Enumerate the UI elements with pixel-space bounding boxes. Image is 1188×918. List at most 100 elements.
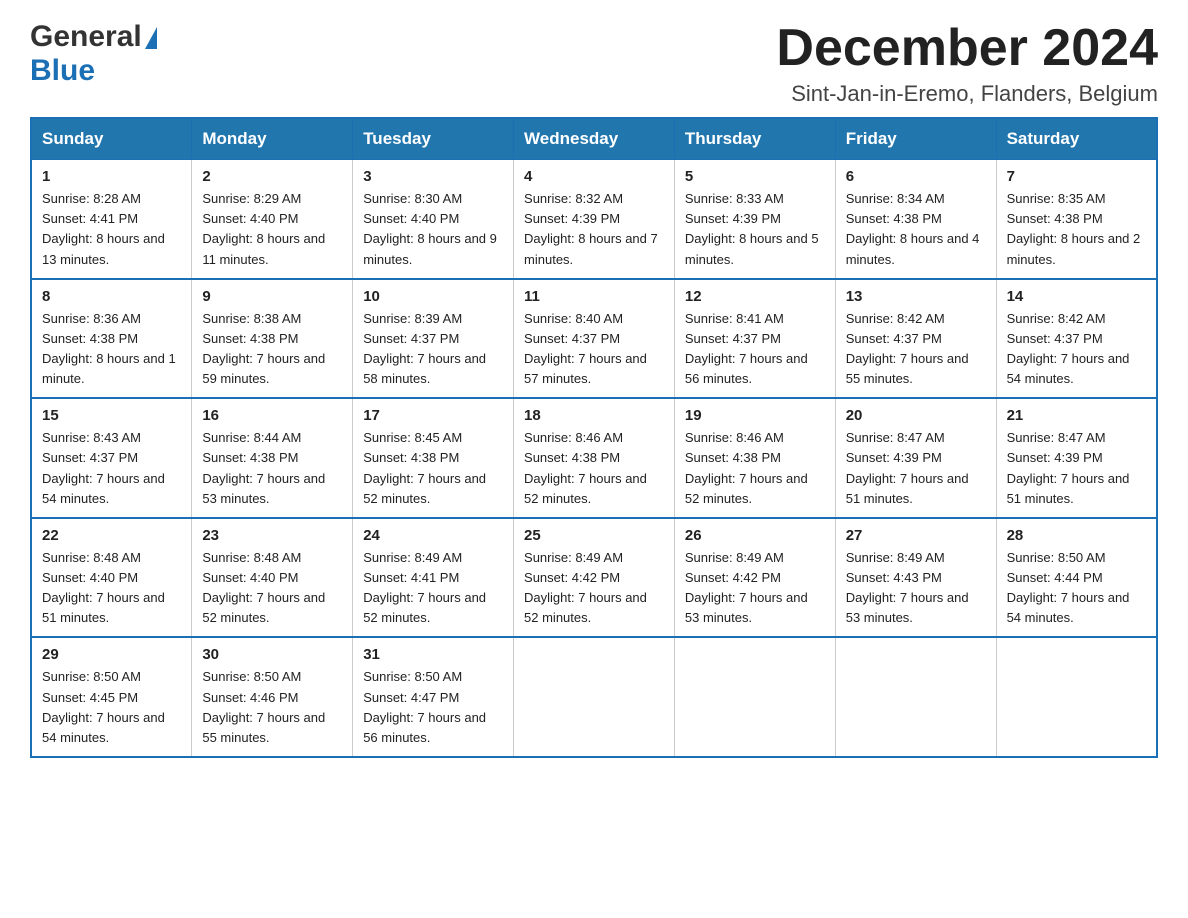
day-cell-2: 2Sunrise: 8:29 AMSunset: 4:40 PMDaylight… bbox=[192, 160, 353, 279]
day-cell-8: 8 Sunrise: 8:36 AMSunset: 4:38 PMDaylight… bbox=[31, 279, 192, 399]
logo: General Blue bbox=[30, 20, 157, 88]
day-number: 5 bbox=[685, 168, 825, 185]
day-number: 3 bbox=[363, 168, 503, 185]
day-info: Sunrise: 8:43 AMSunset: 4:37 PMDaylight:… bbox=[42, 428, 181, 509]
day-cell-16: 16 Sunrise: 8:44 AMSunset: 4:38 PMDayligh… bbox=[192, 398, 353, 518]
day-cell-23: 23Sunrise: 8:48 AMSunset: 4:40 PMDayligh… bbox=[192, 518, 353, 638]
calendar-title: December 2024 bbox=[776, 20, 1158, 77]
day-number: 20 bbox=[846, 407, 986, 424]
day-number: 30 bbox=[202, 646, 342, 663]
day-number: 29 bbox=[42, 646, 181, 663]
logo-general-text: General bbox=[30, 20, 142, 54]
day-header-wednesday: Wednesday bbox=[514, 118, 675, 160]
day-number: 10 bbox=[363, 288, 503, 305]
empty-cell bbox=[674, 637, 835, 757]
day-header-tuesday: Tuesday bbox=[353, 118, 514, 160]
day-cell-27: 27Sunrise: 8:49 AMSunset: 4:43 PMDayligh… bbox=[835, 518, 996, 638]
day-info: Sunrise: 8:42 AMSunset: 4:37 PMDaylight:… bbox=[1007, 309, 1146, 390]
day-info: Sunrise: 8:32 AMSunset: 4:39 PMDaylight:… bbox=[524, 189, 664, 270]
day-cell-6: 6 Sunrise: 8:34 AMSunset: 4:38 PMDaylight… bbox=[835, 160, 996, 279]
calendar-subtitle: Sint-Jan-in-Eremo, Flanders, Belgium bbox=[776, 81, 1158, 107]
day-number: 14 bbox=[1007, 288, 1146, 305]
day-number: 24 bbox=[363, 527, 503, 544]
day-info: Sunrise: 8:30 AMSunset: 4:40 PMDaylight:… bbox=[363, 189, 503, 270]
day-number: 16 bbox=[202, 407, 342, 424]
day-number: 11 bbox=[524, 288, 664, 305]
day-number: 25 bbox=[524, 527, 664, 544]
day-info: Sunrise: 8:50 AMSunset: 4:45 PMDaylight:… bbox=[42, 667, 181, 748]
day-cell-29: 29 Sunrise: 8:50 AMSunset: 4:45 PMDayligh… bbox=[31, 637, 192, 757]
day-number: 7 bbox=[1007, 168, 1146, 185]
day-header-sunday: Sunday bbox=[31, 118, 192, 160]
day-info: Sunrise: 8:38 AMSunset: 4:38 PMDaylight:… bbox=[202, 309, 342, 390]
day-info: Sunrise: 8:48 AMSunset: 4:40 PMDaylight:… bbox=[202, 548, 342, 629]
day-cell-18: 18 Sunrise: 8:46 AMSunset: 4:38 PMDayligh… bbox=[514, 398, 675, 518]
day-info: Sunrise: 8:49 AMSunset: 4:42 PMDaylight:… bbox=[685, 548, 825, 629]
week-row-3: 15 Sunrise: 8:43 AMSunset: 4:37 PMDayligh… bbox=[31, 398, 1157, 518]
day-number: 8 bbox=[42, 288, 181, 305]
day-number: 27 bbox=[846, 527, 986, 544]
day-number: 4 bbox=[524, 168, 664, 185]
day-cell-28: 28 Sunrise: 8:50 AMSunset: 4:44 PMDayligh… bbox=[996, 518, 1157, 638]
day-info: Sunrise: 8:46 AMSunset: 4:38 PMDaylight:… bbox=[524, 428, 664, 509]
day-cell-31: 31Sunrise: 8:50 AMSunset: 4:47 PMDayligh… bbox=[353, 637, 514, 757]
day-cell-17: 17 Sunrise: 8:45 AMSunset: 4:38 PMDayligh… bbox=[353, 398, 514, 518]
day-cell-14: 14 Sunrise: 8:42 AMSunset: 4:37 PMDayligh… bbox=[996, 279, 1157, 399]
day-header-saturday: Saturday bbox=[996, 118, 1157, 160]
week-row-2: 8 Sunrise: 8:36 AMSunset: 4:38 PMDaylight… bbox=[31, 279, 1157, 399]
day-number: 9 bbox=[202, 288, 342, 305]
day-info: Sunrise: 8:35 AMSunset: 4:38 PMDaylight:… bbox=[1007, 189, 1146, 270]
week-row-1: 1Sunrise: 8:28 AMSunset: 4:41 PMDaylight… bbox=[31, 160, 1157, 279]
day-info: Sunrise: 8:36 AMSunset: 4:38 PMDaylight:… bbox=[42, 309, 181, 390]
day-number: 26 bbox=[685, 527, 825, 544]
week-row-5: 29 Sunrise: 8:50 AMSunset: 4:45 PMDayligh… bbox=[31, 637, 1157, 757]
day-number: 19 bbox=[685, 407, 825, 424]
day-number: 18 bbox=[524, 407, 664, 424]
day-cell-22: 22 Sunrise: 8:48 AMSunset: 4:40 PMDayligh… bbox=[31, 518, 192, 638]
day-number: 21 bbox=[1007, 407, 1146, 424]
logo-blue-text: Blue bbox=[30, 54, 95, 87]
day-number: 22 bbox=[42, 527, 181, 544]
title-block: December 2024 Sint-Jan-in-Eremo, Flander… bbox=[776, 20, 1158, 107]
day-info: Sunrise: 8:45 AMSunset: 4:38 PMDaylight:… bbox=[363, 428, 503, 509]
day-info: Sunrise: 8:47 AMSunset: 4:39 PMDaylight:… bbox=[846, 428, 986, 509]
logo-arrow-icon bbox=[145, 27, 157, 49]
day-cell-24: 24Sunrise: 8:49 AMSunset: 4:41 PMDayligh… bbox=[353, 518, 514, 638]
calendar-table: SundayMondayTuesdayWednesdayThursdayFrid… bbox=[30, 117, 1158, 758]
day-cell-26: 26 Sunrise: 8:49 AMSunset: 4:42 PMDayligh… bbox=[674, 518, 835, 638]
day-header-friday: Friday bbox=[835, 118, 996, 160]
day-info: Sunrise: 8:34 AMSunset: 4:38 PMDaylight:… bbox=[846, 189, 986, 270]
day-number: 2 bbox=[202, 168, 342, 185]
day-number: 28 bbox=[1007, 527, 1146, 544]
day-info: Sunrise: 8:50 AMSunset: 4:46 PMDaylight:… bbox=[202, 667, 342, 748]
day-cell-15: 15 Sunrise: 8:43 AMSunset: 4:37 PMDayligh… bbox=[31, 398, 192, 518]
week-row-4: 22 Sunrise: 8:48 AMSunset: 4:40 PMDayligh… bbox=[31, 518, 1157, 638]
day-cell-11: 11 Sunrise: 8:40 AMSunset: 4:37 PMDayligh… bbox=[514, 279, 675, 399]
day-info: Sunrise: 8:47 AMSunset: 4:39 PMDaylight:… bbox=[1007, 428, 1146, 509]
day-number: 6 bbox=[846, 168, 986, 185]
day-cell-20: 20 Sunrise: 8:47 AMSunset: 4:39 PMDayligh… bbox=[835, 398, 996, 518]
day-cell-7: 7 Sunrise: 8:35 AMSunset: 4:38 PMDaylight… bbox=[996, 160, 1157, 279]
day-number: 31 bbox=[363, 646, 503, 663]
day-number: 13 bbox=[846, 288, 986, 305]
day-info: Sunrise: 8:44 AMSunset: 4:38 PMDaylight:… bbox=[202, 428, 342, 509]
day-cell-12: 12Sunrise: 8:41 AMSunset: 4:37 PMDayligh… bbox=[674, 279, 835, 399]
day-number: 15 bbox=[42, 407, 181, 424]
day-cell-3: 3 Sunrise: 8:30 AMSunset: 4:40 PMDaylight… bbox=[353, 160, 514, 279]
day-cell-30: 30 Sunrise: 8:50 AMSunset: 4:46 PMDayligh… bbox=[192, 637, 353, 757]
day-header-monday: Monday bbox=[192, 118, 353, 160]
day-cell-10: 10 Sunrise: 8:39 AMSunset: 4:37 PMDayligh… bbox=[353, 279, 514, 399]
empty-cell bbox=[996, 637, 1157, 757]
day-info: Sunrise: 8:41 AMSunset: 4:37 PMDaylight:… bbox=[685, 309, 825, 390]
day-info: Sunrise: 8:48 AMSunset: 4:40 PMDaylight:… bbox=[42, 548, 181, 629]
day-cell-13: 13 Sunrise: 8:42 AMSunset: 4:37 PMDayligh… bbox=[835, 279, 996, 399]
day-info: Sunrise: 8:50 AMSunset: 4:44 PMDaylight:… bbox=[1007, 548, 1146, 629]
days-header-row: SundayMondayTuesdayWednesdayThursdayFrid… bbox=[31, 118, 1157, 160]
day-cell-21: 21 Sunrise: 8:47 AMSunset: 4:39 PMDayligh… bbox=[996, 398, 1157, 518]
day-info: Sunrise: 8:40 AMSunset: 4:37 PMDaylight:… bbox=[524, 309, 664, 390]
page-header: General Blue December 2024 Sint-Jan-in-E… bbox=[30, 20, 1158, 107]
day-number: 17 bbox=[363, 407, 503, 424]
day-info: Sunrise: 8:42 AMSunset: 4:37 PMDaylight:… bbox=[846, 309, 986, 390]
day-info: Sunrise: 8:28 AMSunset: 4:41 PMDaylight:… bbox=[42, 189, 181, 270]
day-info: Sunrise: 8:39 AMSunset: 4:37 PMDaylight:… bbox=[363, 309, 503, 390]
